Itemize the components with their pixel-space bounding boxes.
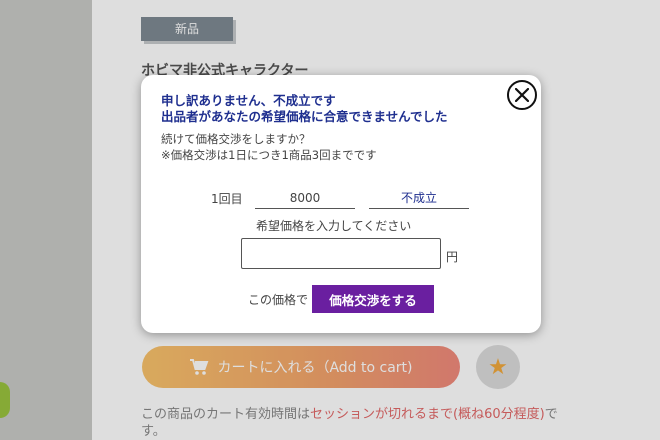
dialog-title: 申し訳ありません、不成立です 出品者があなたの希望価格に合意できませんでした [161,93,448,125]
dialog-message-line2: ※価格交渉は1日につき1商品3回までです [161,148,377,162]
dialog-message: 続けて価格交渉をしますか？ ※価格交渉は1日につき1商品3回までです [161,131,377,163]
currency-unit: 円 [446,250,459,264]
dialog-title-line1: 申し訳ありません、不成立です [161,93,336,108]
negotiate-button[interactable]: 価格交渉をする [312,285,434,313]
round-label: 1回目 [211,192,243,206]
desired-price-label: 希望価格を入力してください [256,219,412,233]
desired-price-input[interactable] [241,238,441,269]
round-result: 不成立 [369,187,469,209]
negotiation-result-dialog: 申し訳ありません、不成立です 出品者があなたの希望価格に合意できませんでした 続… [141,75,541,333]
round-offered-price: 8000 [255,187,355,209]
dialog-title-line2: 出品者があなたの希望価格に合意できませんでした [161,109,448,124]
dialog-message-line1: 続けて価格交渉をしますか？ [161,132,311,146]
close-icon [515,88,529,102]
close-button[interactable] [507,80,537,110]
submit-prefix-label: この価格で [248,293,309,307]
